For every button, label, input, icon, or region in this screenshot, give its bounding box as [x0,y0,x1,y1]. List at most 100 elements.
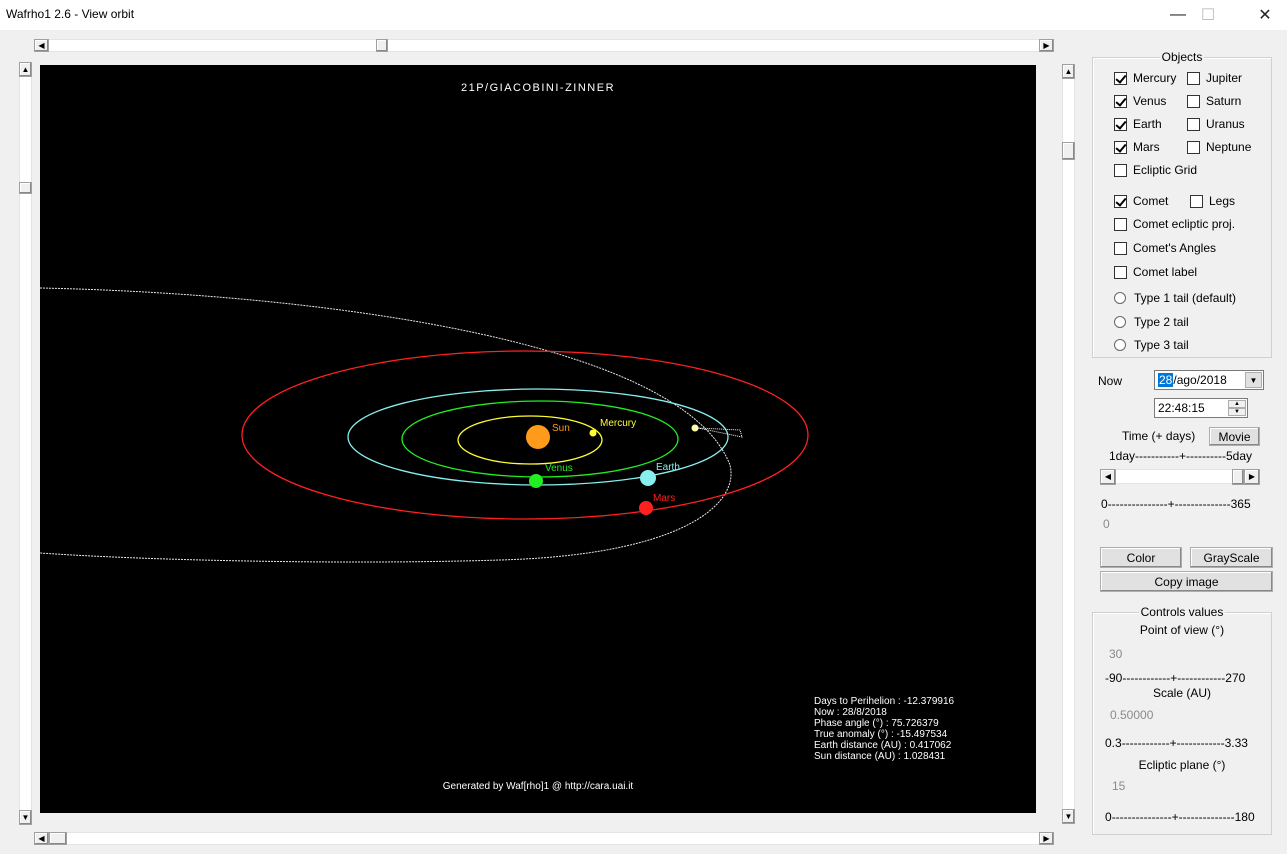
type2-tail-radio[interactable]: Type 2 tail [1114,315,1189,329]
orbit-view-canvas[interactable]: Sun Mercury Venus Earth Mars 21P/GIACOBI… [40,65,1036,813]
pov-scale-line[interactable]: ------------+------------ [1122,671,1225,685]
right-arrow-icon: ▶ [1043,833,1050,843]
comet-head [691,424,699,432]
chevron-down-icon[interactable]: ▼ [1245,372,1262,388]
venus-checkbox[interactable]: Venus [1114,94,1166,108]
point-of-view-scale[interactable]: -90 ------------+------------ 270 [1105,671,1245,685]
right-scrollbar-track[interactable] [1062,78,1075,809]
days-value: 0 [1103,517,1110,531]
pov-scale-min: -90 [1105,671,1123,685]
right-arrow-icon: ▶ [1043,40,1050,50]
ecliptic-grid-checkbox[interactable]: Ecliptic Grid [1114,163,1197,177]
checkbox-checked-icon [1114,94,1127,108]
top-scroll-right-arrow[interactable]: ▶ [1039,39,1054,52]
legs-checkbox[interactable]: Legs [1190,194,1235,208]
day-step-left-arrow[interactable]: ◀ [1100,469,1116,485]
spin-up-icon[interactable]: ▲ [1228,400,1246,408]
saturn-checkbox-label: Saturn [1206,94,1242,108]
info-now: Now : 28/8/2018 [814,707,887,718]
type1-tail-label: Type 1 tail (default) [1134,291,1237,305]
down-arrow-icon: ▼ [21,812,30,822]
bottom-scrollbar-track[interactable] [48,832,1039,845]
checkbox-unchecked-icon [1114,217,1127,231]
mars-checkbox[interactable]: Mars [1114,140,1160,154]
movie-button[interactable]: Movie [1209,427,1260,446]
right-scroll-up-arrow[interactable]: ▲ [1062,64,1075,79]
top-scrollbar-thumb[interactable] [376,39,388,52]
comets-angles-checkbox[interactable]: Comet's Angles [1114,241,1216,255]
type3-tail-radio[interactable]: Type 3 tail [1114,338,1189,352]
mercury-marker [589,429,597,437]
mercury-label: Mercury [600,418,636,429]
date-day[interactable]: 28 [1158,373,1174,387]
date-month-year[interactable]: /ago/2018 [1173,373,1226,387]
top-scrollbar-track[interactable] [48,39,1039,52]
jupiter-checkbox[interactable]: Jupiter [1187,71,1242,85]
radio-unselected-icon [1114,292,1126,304]
left-scroll-up-arrow[interactable]: ▲ [19,62,32,77]
earth-checkbox[interactable]: Earth [1114,117,1162,131]
scale-value: 0.50000 [1110,708,1154,722]
comet-label-checkbox-label: Comet label [1133,265,1198,279]
scale-scale[interactable]: 0.3 ------------+------------ 3.33 [1105,736,1248,750]
mars-marker [639,501,653,515]
type1-tail-radio[interactable]: Type 1 tail (default) [1114,291,1236,305]
controls-values-group: Controls values [1092,605,1272,835]
grayscale-button[interactable]: GrayScale [1190,547,1273,568]
info-panel: Days to Perihelion : -12.379916 Now : 28… [814,696,954,762]
mercury-checkbox[interactable]: Mercury [1114,71,1176,85]
comet-label-checkbox[interactable]: Comet label [1114,265,1197,279]
right-scroll-down-arrow[interactable]: ▼ [1062,809,1075,824]
ecl-scale-min: 0 [1105,810,1112,824]
left-scroll-down-arrow[interactable]: ▼ [19,810,32,825]
ecliptic-plane-label: Ecliptic plane (°) [1138,758,1226,772]
uranus-checkbox[interactable]: Uranus [1187,117,1245,131]
day-step-slider-thumb[interactable] [1232,469,1244,485]
sun-marker [526,425,550,449]
checkbox-checked-icon [1114,71,1127,85]
title-bar: Wafrho1 2.6 - View orbit — ☐ ✕ [0,0,1287,30]
ecl-scale-max: 180 [1234,810,1255,824]
bottom-scroll-right-arrow[interactable]: ▶ [1039,832,1054,845]
time-value[interactable]: 22:48:15 [1158,401,1205,415]
comet-checkbox[interactable]: Comet [1114,194,1168,208]
copy-image-button[interactable]: Copy image [1100,571,1273,592]
saturn-checkbox[interactable]: Saturn [1187,94,1241,108]
time-field[interactable]: 22:48:15 ▲ ▼ [1154,398,1248,418]
ecliptic-plane-scale[interactable]: 0 ---------------+-------------- 180 [1105,810,1255,824]
neptune-checkbox[interactable]: Neptune [1187,140,1251,154]
mercury-checkbox-label: Mercury [1133,71,1177,85]
comet-tail [697,427,743,438]
type3-tail-label: Type 3 tail [1134,338,1189,352]
checkbox-checked-icon [1114,194,1127,208]
top-scroll-left-arrow[interactable]: ◀ [34,39,49,52]
mars-label: Mars [653,493,675,504]
comet-ecliptic-proj-checkbox[interactable]: Comet ecliptic proj. [1114,217,1235,231]
ecl-scale-line[interactable]: ---------------+-------------- [1112,810,1235,824]
point-of-view-value: 30 [1109,647,1123,661]
maximize-button[interactable]: ☐ [1186,0,1230,30]
right-scrollbar-thumb[interactable] [1062,142,1075,160]
days-scale-min: 0 [1101,497,1108,511]
left-scrollbar-thumb[interactable] [19,182,32,194]
color-button[interactable]: Color [1100,547,1182,568]
point-of-view-label: Point of view (°) [1139,623,1225,637]
checkbox-unchecked-icon [1114,163,1127,177]
jupiter-checkbox-label: Jupiter [1206,71,1243,85]
scale-scale-line[interactable]: ------------+------------ [1122,736,1225,750]
earth-label: Earth [656,462,680,473]
spin-down-icon[interactable]: ▼ [1228,408,1246,416]
day-step-right-arrow[interactable]: ▶ [1244,469,1260,485]
close-button[interactable]: ✕ [1243,0,1287,30]
comets-angles-label: Comet's Angles [1133,241,1216,255]
venus-marker [529,474,543,488]
bottom-scrollbar-thumb[interactable] [49,832,67,845]
time-spinner[interactable]: ▲ ▼ [1228,400,1246,416]
mars-orbit [241,350,809,520]
bottom-scroll-left-arrow[interactable]: ◀ [34,832,49,845]
up-arrow-icon: ▲ [21,64,30,74]
date-picker[interactable]: 28/ago/2018 ▼ [1154,370,1264,390]
generated-by-footer: Generated by Waf[rho]1 @ http://cara.uai… [442,781,634,792]
checkbox-unchecked-icon [1114,265,1127,279]
checkbox-unchecked-icon [1187,117,1200,131]
